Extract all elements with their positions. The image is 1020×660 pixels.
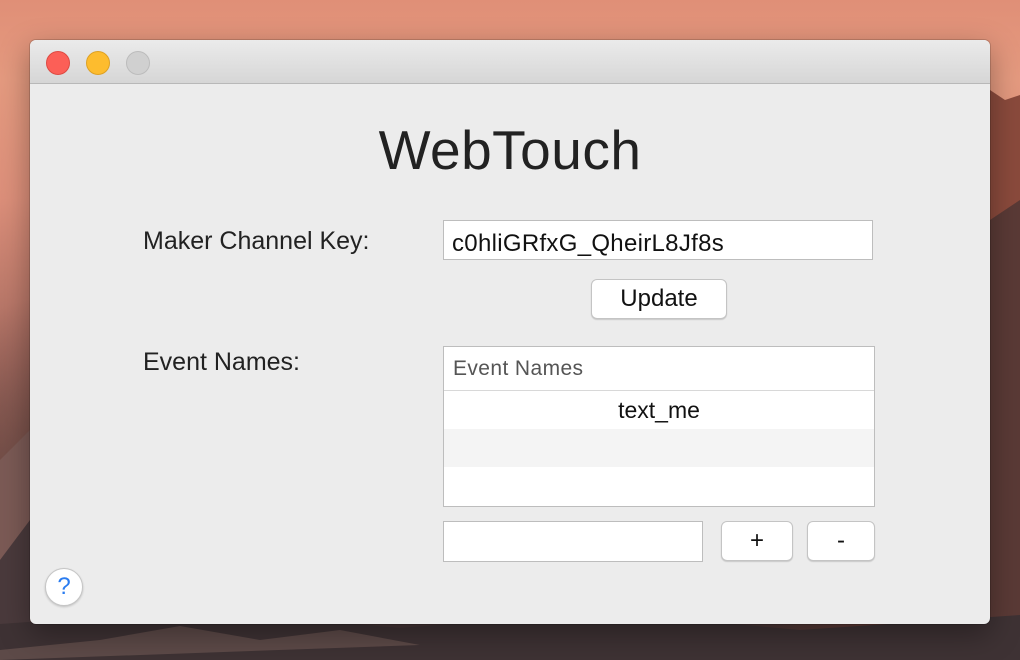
add-event-button[interactable]: + <box>721 521 793 561</box>
table-row[interactable] <box>444 429 874 467</box>
help-icon[interactable]: ? <box>45 568 83 606</box>
event-names-label: Event Names: <box>143 348 301 376</box>
update-button[interactable]: Update <box>591 279 727 319</box>
event-names-table[interactable]: Event Names text_me <box>443 346 875 507</box>
maker-key-field[interactable] <box>443 220 873 260</box>
table-header[interactable]: Event Names <box>444 347 874 391</box>
maker-key-label: Maker Channel Key: <box>143 227 370 255</box>
app-window: WebTouch Maker Channel Key: Update Event… <box>30 40 990 624</box>
title-bar <box>30 40 990 84</box>
new-event-input[interactable] <box>443 521 703 562</box>
zoom-icon[interactable] <box>126 51 150 75</box>
close-icon[interactable] <box>46 51 70 75</box>
table-row[interactable]: text_me <box>444 391 874 429</box>
minimize-icon[interactable] <box>86 51 110 75</box>
app-title: WebTouch <box>378 119 642 181</box>
table-row[interactable] <box>444 467 874 505</box>
remove-event-button[interactable]: - <box>807 521 875 561</box>
